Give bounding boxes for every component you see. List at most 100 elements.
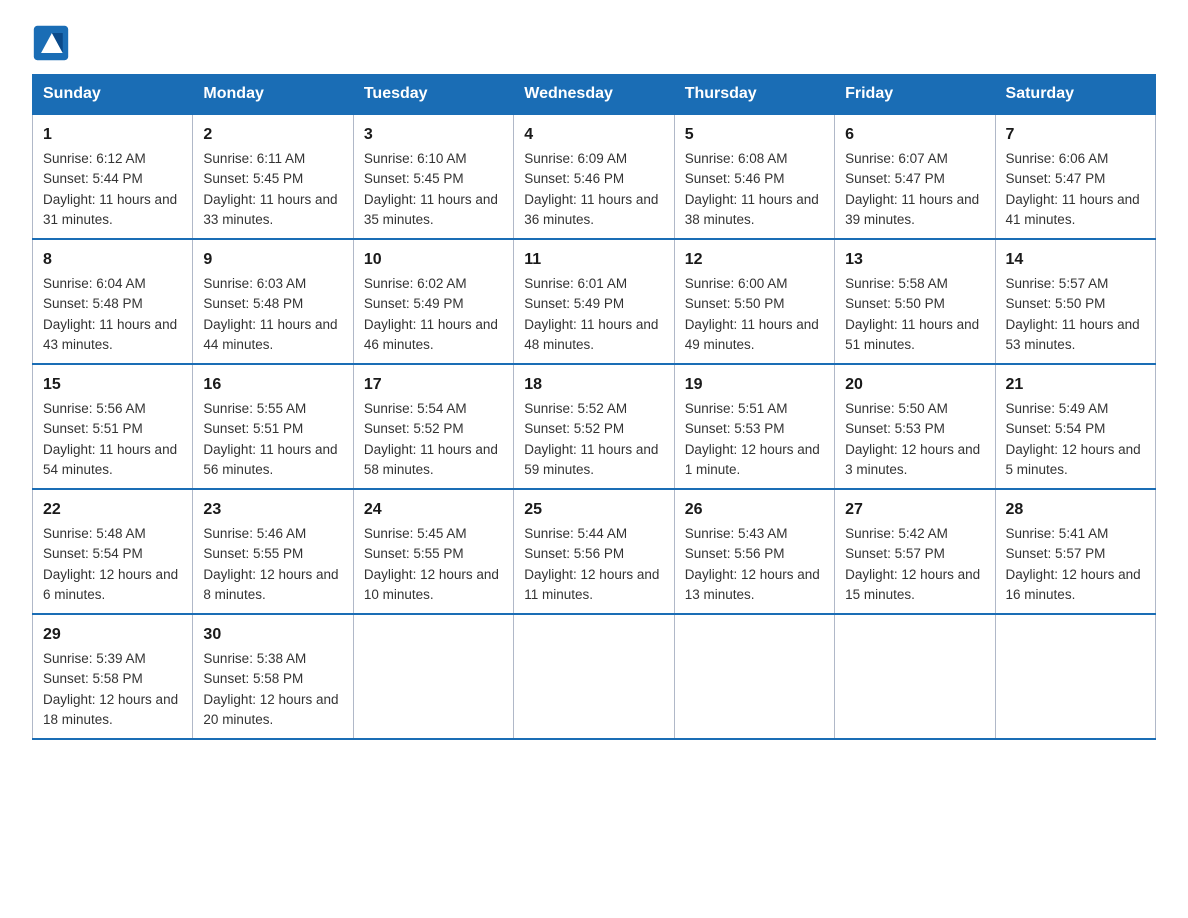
sunset-info: Sunset: 5:49 PM xyxy=(524,296,624,311)
day-number: 6 xyxy=(845,123,984,147)
sunrise-info: Sunrise: 6:06 AM xyxy=(1006,151,1109,166)
logo-icon xyxy=(32,24,70,62)
sunset-info: Sunset: 5:51 PM xyxy=(43,421,143,436)
daylight-info: Daylight: 12 hours and 20 minutes. xyxy=(203,692,338,727)
day-number: 26 xyxy=(685,498,824,522)
day-number: 19 xyxy=(685,373,824,397)
calendar-cell: 14 Sunrise: 5:57 AM Sunset: 5:50 PM Dayl… xyxy=(995,239,1155,364)
sunset-info: Sunset: 5:56 PM xyxy=(685,546,785,561)
calendar-cell: 24 Sunrise: 5:45 AM Sunset: 5:55 PM Dayl… xyxy=(353,489,513,614)
daylight-info: Daylight: 12 hours and 8 minutes. xyxy=(203,567,338,602)
calendar-cell: 7 Sunrise: 6:06 AM Sunset: 5:47 PM Dayli… xyxy=(995,114,1155,239)
day-number: 3 xyxy=(364,123,503,147)
daylight-info: Daylight: 11 hours and 44 minutes. xyxy=(203,317,337,352)
day-number: 4 xyxy=(524,123,663,147)
page-header xyxy=(32,24,1156,62)
calendar-cell: 2 Sunrise: 6:11 AM Sunset: 5:45 PM Dayli… xyxy=(193,114,353,239)
day-number: 10 xyxy=(364,248,503,272)
sunrise-info: Sunrise: 5:57 AM xyxy=(1006,276,1109,291)
calendar-cell: 8 Sunrise: 6:04 AM Sunset: 5:48 PM Dayli… xyxy=(33,239,193,364)
calendar-week-1: 1 Sunrise: 6:12 AM Sunset: 5:44 PM Dayli… xyxy=(33,114,1156,239)
daylight-info: Daylight: 12 hours and 15 minutes. xyxy=(845,567,980,602)
sunset-info: Sunset: 5:48 PM xyxy=(203,296,303,311)
calendar-table: SundayMondayTuesdayWednesdayThursdayFrid… xyxy=(32,74,1156,740)
day-number: 14 xyxy=(1006,248,1145,272)
sunrise-info: Sunrise: 5:56 AM xyxy=(43,401,146,416)
day-number: 9 xyxy=(203,248,342,272)
day-number: 7 xyxy=(1006,123,1145,147)
sunset-info: Sunset: 5:44 PM xyxy=(43,171,143,186)
calendar-header-row: SundayMondayTuesdayWednesdayThursdayFrid… xyxy=(33,75,1156,115)
daylight-info: Daylight: 12 hours and 3 minutes. xyxy=(845,442,980,477)
calendar-cell: 16 Sunrise: 5:55 AM Sunset: 5:51 PM Dayl… xyxy=(193,364,353,489)
sunset-info: Sunset: 5:50 PM xyxy=(1006,296,1106,311)
sunset-info: Sunset: 5:45 PM xyxy=(364,171,464,186)
calendar-cell: 15 Sunrise: 5:56 AM Sunset: 5:51 PM Dayl… xyxy=(33,364,193,489)
daylight-info: Daylight: 11 hours and 33 minutes. xyxy=(203,192,337,227)
daylight-info: Daylight: 11 hours and 46 minutes. xyxy=(364,317,498,352)
sunrise-info: Sunrise: 5:46 AM xyxy=(203,526,306,541)
calendar-cell xyxy=(995,614,1155,739)
sunset-info: Sunset: 5:47 PM xyxy=(1006,171,1106,186)
calendar-cell: 10 Sunrise: 6:02 AM Sunset: 5:49 PM Dayl… xyxy=(353,239,513,364)
calendar-cell: 5 Sunrise: 6:08 AM Sunset: 5:46 PM Dayli… xyxy=(674,114,834,239)
daylight-info: Daylight: 11 hours and 58 minutes. xyxy=(364,442,498,477)
calendar-cell: 20 Sunrise: 5:50 AM Sunset: 5:53 PM Dayl… xyxy=(835,364,995,489)
calendar-cell xyxy=(514,614,674,739)
sunrise-info: Sunrise: 5:45 AM xyxy=(364,526,467,541)
day-header-friday: Friday xyxy=(835,75,995,115)
calendar-cell: 30 Sunrise: 5:38 AM Sunset: 5:58 PM Dayl… xyxy=(193,614,353,739)
sunrise-info: Sunrise: 6:08 AM xyxy=(685,151,788,166)
day-number: 1 xyxy=(43,123,182,147)
daylight-info: Daylight: 11 hours and 38 minutes. xyxy=(685,192,819,227)
day-number: 30 xyxy=(203,623,342,647)
sunrise-info: Sunrise: 6:03 AM xyxy=(203,276,306,291)
calendar-cell: 28 Sunrise: 5:41 AM Sunset: 5:57 PM Dayl… xyxy=(995,489,1155,614)
calendar-week-5: 29 Sunrise: 5:39 AM Sunset: 5:58 PM Dayl… xyxy=(33,614,1156,739)
day-number: 23 xyxy=(203,498,342,522)
calendar-cell: 4 Sunrise: 6:09 AM Sunset: 5:46 PM Dayli… xyxy=(514,114,674,239)
day-number: 25 xyxy=(524,498,663,522)
sunset-info: Sunset: 5:54 PM xyxy=(43,546,143,561)
daylight-info: Daylight: 12 hours and 1 minute. xyxy=(685,442,820,477)
day-number: 12 xyxy=(685,248,824,272)
sunset-info: Sunset: 5:54 PM xyxy=(1006,421,1106,436)
day-number: 8 xyxy=(43,248,182,272)
daylight-info: Daylight: 11 hours and 54 minutes. xyxy=(43,442,177,477)
day-number: 27 xyxy=(845,498,984,522)
daylight-info: Daylight: 12 hours and 16 minutes. xyxy=(1006,567,1141,602)
daylight-info: Daylight: 11 hours and 53 minutes. xyxy=(1006,317,1140,352)
calendar-cell xyxy=(835,614,995,739)
sunrise-info: Sunrise: 5:39 AM xyxy=(43,651,146,666)
sunset-info: Sunset: 5:57 PM xyxy=(845,546,945,561)
daylight-info: Daylight: 11 hours and 39 minutes. xyxy=(845,192,979,227)
sunset-info: Sunset: 5:57 PM xyxy=(1006,546,1106,561)
day-number: 21 xyxy=(1006,373,1145,397)
sunrise-info: Sunrise: 5:52 AM xyxy=(524,401,627,416)
calendar-week-2: 8 Sunrise: 6:04 AM Sunset: 5:48 PM Dayli… xyxy=(33,239,1156,364)
daylight-info: Daylight: 11 hours and 59 minutes. xyxy=(524,442,658,477)
daylight-info: Daylight: 11 hours and 31 minutes. xyxy=(43,192,177,227)
calendar-cell: 11 Sunrise: 6:01 AM Sunset: 5:49 PM Dayl… xyxy=(514,239,674,364)
calendar-cell: 29 Sunrise: 5:39 AM Sunset: 5:58 PM Dayl… xyxy=(33,614,193,739)
calendar-cell: 13 Sunrise: 5:58 AM Sunset: 5:50 PM Dayl… xyxy=(835,239,995,364)
calendar-cell: 9 Sunrise: 6:03 AM Sunset: 5:48 PM Dayli… xyxy=(193,239,353,364)
sunrise-info: Sunrise: 5:41 AM xyxy=(1006,526,1109,541)
sunrise-info: Sunrise: 6:01 AM xyxy=(524,276,627,291)
calendar-cell: 19 Sunrise: 5:51 AM Sunset: 5:53 PM Dayl… xyxy=(674,364,834,489)
sunset-info: Sunset: 5:52 PM xyxy=(364,421,464,436)
day-header-thursday: Thursday xyxy=(674,75,834,115)
sunset-info: Sunset: 5:53 PM xyxy=(845,421,945,436)
day-header-sunday: Sunday xyxy=(33,75,193,115)
daylight-info: Daylight: 11 hours and 36 minutes. xyxy=(524,192,658,227)
sunrise-info: Sunrise: 5:43 AM xyxy=(685,526,788,541)
sunrise-info: Sunrise: 6:10 AM xyxy=(364,151,467,166)
sunset-info: Sunset: 5:51 PM xyxy=(203,421,303,436)
sunset-info: Sunset: 5:46 PM xyxy=(685,171,785,186)
daylight-info: Daylight: 12 hours and 6 minutes. xyxy=(43,567,178,602)
daylight-info: Daylight: 11 hours and 51 minutes. xyxy=(845,317,979,352)
sunset-info: Sunset: 5:50 PM xyxy=(845,296,945,311)
calendar-week-4: 22 Sunrise: 5:48 AM Sunset: 5:54 PM Dayl… xyxy=(33,489,1156,614)
day-number: 24 xyxy=(364,498,503,522)
daylight-info: Daylight: 11 hours and 48 minutes. xyxy=(524,317,658,352)
